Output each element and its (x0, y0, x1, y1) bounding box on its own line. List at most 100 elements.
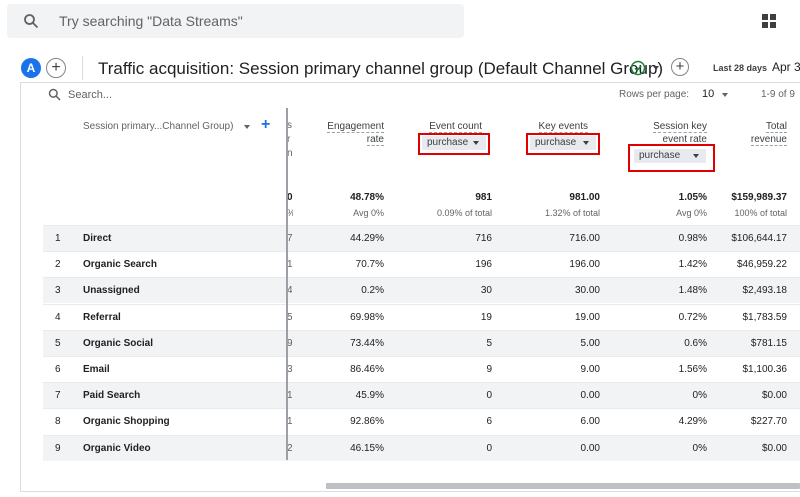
table-row[interactable]: 8 Organic Shopping 1 92.86% 6 6.00 4.29% $227.7… (43, 408, 800, 434)
table-search-icon (48, 88, 61, 101)
total-sub-engagement-rate: Avg 0% (353, 208, 384, 218)
row-index: 8 (55, 416, 61, 428)
table-row[interactable]: 3 Unassigned 4 0.2% 30 30.00 1.48% $2,493.18 (43, 277, 800, 304)
column-header-key-events[interactable]: Key events (500, 120, 588, 133)
comparison-avatar[interactable]: A (21, 58, 41, 78)
global-search-bar[interactable]: Try searching "Data Streams" (7, 4, 464, 38)
cell-total-revenue: $1,783.59 (742, 311, 788, 323)
cell-total-revenue: $2,493.18 (742, 285, 788, 297)
cell-key-events: 0.00 (580, 390, 600, 402)
header-divider (82, 56, 83, 80)
event-filter-select-key-event-rate[interactable]: purchase (634, 149, 706, 163)
horizontal-scrollbar[interactable] (326, 483, 800, 489)
cell-key-events: 0.00 (580, 442, 600, 454)
date-range-picker[interactable]: Apr 30 (772, 60, 800, 74)
add-dimension-button[interactable]: + (261, 116, 270, 134)
total-key-events: 981.00 (569, 192, 600, 203)
channel-name: Email (83, 364, 110, 375)
rows-per-page-select[interactable]: 10 (702, 88, 714, 100)
cell-engagement-rate: 86.46% (350, 364, 384, 375)
cell-key-event-rate: 0% (692, 390, 707, 402)
cell-key-events: 30.00 (574, 285, 600, 297)
table-row[interactable]: 2 Organic Search 1 70.7% 196 196.00 1.42% $46,9… (43, 251, 800, 277)
cell-key-events: 6.00 (580, 416, 600, 428)
channel-name: Organic Video (83, 442, 151, 454)
cell-engagement-rate: 45.9% (355, 390, 384, 402)
chevron-down-icon[interactable] (722, 93, 728, 97)
rows-per-page-label: Rows per page: (619, 89, 690, 100)
cell-event-count: 716 (475, 233, 492, 244)
page-title: Traffic acquisition: Session primary cha… (98, 59, 664, 78)
row-index: 1 (55, 233, 61, 244)
chevron-down-icon[interactable] (653, 66, 659, 70)
cell-total-revenue: $0.00 (761, 442, 787, 454)
add-report-button[interactable]: + (671, 58, 689, 76)
cell-key-event-rate: 0.72% (678, 311, 707, 323)
table-row[interactable]: 1 Direct 7 44.29% 716 716.00 0.98% $106,644.17 (43, 225, 800, 251)
chevron-down-icon (583, 141, 589, 145)
cell-key-events: 19.00 (574, 311, 600, 323)
cell-key-event-rate: 0.98% (678, 233, 707, 244)
cell-event-count: 6 (486, 416, 492, 428)
add-comparison-button[interactable]: + (46, 58, 66, 78)
row-index: 4 (55, 311, 61, 323)
table-row[interactable]: 9 Organic Video 2 46.15% 0 0.00 0% $0.00 (43, 434, 800, 461)
cell-engagement-rate: 0.2% (361, 285, 384, 297)
total-sub-revenue: 100% of total (734, 208, 787, 218)
cell-key-events: 5.00 (580, 337, 600, 349)
column-header-session-key-event-rate[interactable]: Session key event rate (612, 120, 707, 146)
cell-event-count: 0 (486, 390, 492, 402)
cell-total-revenue: $781.15 (750, 337, 787, 349)
cell-key-event-rate: 0.6% (684, 337, 707, 349)
table-row[interactable]: 5 Organic Social 9 73.44% 5 5.00 0.6% $781.15 (43, 329, 800, 356)
cell-engagement-rate: 46.15% (350, 442, 384, 454)
frozen-column-divider[interactable] (286, 108, 288, 460)
cell-total-revenue: $106,644.17 (731, 233, 787, 244)
total-sub-key-events: 1.32% of total (544, 208, 600, 218)
total-event-count: 981 (475, 192, 492, 203)
page-info: 1-9 of 9 (761, 89, 795, 100)
channel-name: Paid Search (83, 390, 141, 402)
cell-engagement-rate: 70.7% (355, 259, 384, 271)
check-circle-icon[interactable] (630, 60, 646, 76)
date-range-label: Last 28 days (713, 63, 768, 73)
cell-engagement-rate: 44.29% (350, 233, 384, 244)
channel-name: Organic Shopping (83, 416, 170, 428)
total-sub-event-count: 0.09% of total (436, 208, 492, 218)
cell-key-event-rate: 4.29% (678, 416, 707, 428)
total-key-event-rate: 1.05% (678, 192, 707, 203)
dimension-column-header[interactable]: Session primary...Channel Group) (83, 121, 233, 132)
chevron-down-icon[interactable] (244, 125, 250, 129)
event-filter-select-event-count[interactable]: purchase (422, 136, 486, 150)
apps-grid-icon[interactable] (762, 14, 776, 28)
column-header-total-revenue[interactable]: Total revenue (720, 120, 787, 146)
cell-engagement-rate: 92.86% (350, 416, 384, 428)
row-index: 2 (55, 259, 61, 271)
chevron-down-icon (473, 141, 479, 145)
event-filter-select-key-events[interactable]: purchase (530, 136, 596, 150)
row-index: 6 (55, 364, 61, 375)
column-header-engagement-rate[interactable]: Engagement rate (300, 120, 384, 146)
cell-event-count: 30 (480, 285, 492, 297)
table-search-input[interactable]: Search... (68, 89, 112, 101)
cell-key-event-rate: 0% (692, 442, 707, 454)
channel-name: Unassigned (83, 285, 140, 297)
table-row[interactable]: 7 Paid Search 1 45.9% 0 0.00 0% $0.00 (43, 382, 800, 409)
chevron-down-icon (693, 154, 699, 158)
cell-key-events: 196.00 (569, 259, 600, 271)
cell-total-revenue: $0.00 (761, 390, 787, 402)
cell-key-event-rate: 1.48% (678, 285, 707, 297)
cell-total-revenue: $1,100.36 (742, 364, 788, 375)
channel-name: Organic Social (83, 337, 154, 349)
table-row[interactable]: 4 Referral 5 69.98% 19 19.00 0.72% $1,783.59 (43, 303, 800, 330)
cell-event-count: 5 (486, 337, 492, 349)
cell-key-events: 716.00 (569, 233, 600, 244)
row-index: 7 (55, 390, 61, 402)
cell-event-count: 19 (480, 311, 492, 323)
table-row[interactable]: 6 Email 3 86.46% 9 9.00 1.56% $1,100.36 (43, 356, 800, 382)
total-revenue: $159,989.37 (731, 192, 787, 203)
cell-event-count: 9 (486, 364, 492, 375)
channel-name: Direct (83, 233, 112, 244)
column-header-event-count[interactable]: Event count (400, 120, 482, 133)
cell-event-count: 196 (475, 259, 492, 271)
